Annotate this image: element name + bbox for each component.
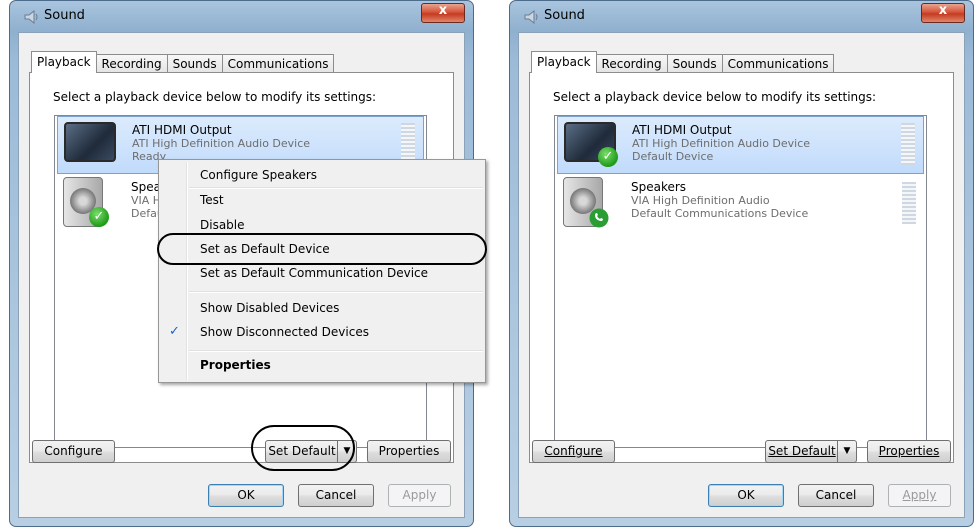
- tab-playback[interactable]: Playback: [31, 51, 97, 73]
- close-icon: x: [438, 3, 448, 18]
- device-name: ATI HDMI Output: [632, 123, 732, 137]
- highlight-oval-menu: [157, 233, 487, 265]
- sound-dialog-right: Sound x Playback Recording Sounds Commun…: [509, 0, 974, 527]
- properties-button[interactable]: Properties: [367, 440, 451, 463]
- window-title: Sound: [544, 8, 585, 23]
- tab-sounds[interactable]: Sounds: [166, 54, 223, 73]
- close-button[interactable]: x: [421, 3, 465, 23]
- ok-button[interactable]: OK: [708, 484, 784, 507]
- phone-icon: [589, 208, 609, 228]
- device-speakers[interactable]: Speakers VIA High Definition Audio Defaul…: [557, 174, 924, 232]
- playback-panel: Select a playback device below to modify…: [529, 72, 954, 463]
- checkmark-icon: ✓: [169, 324, 180, 339]
- menu-separator: [189, 350, 483, 352]
- tab-strip: Playback Recording Sounds Communications: [531, 51, 835, 73]
- dialog-client: Playback Recording Sounds Communications…: [518, 32, 965, 518]
- monitor-icon: [64, 122, 116, 162]
- volume-meter: [901, 123, 915, 165]
- tab-communications[interactable]: Communications: [721, 54, 835, 73]
- instruction-text: Select a playback device below to modify…: [553, 90, 877, 104]
- configure-button[interactable]: Configure: [32, 440, 115, 463]
- menu-item-configure-speakers[interactable]: Configure Speakers: [200, 168, 317, 182]
- tab-sounds[interactable]: Sounds: [666, 54, 723, 73]
- title-bar[interactable]: Sound x: [510, 1, 973, 33]
- menu-separator: [189, 291, 483, 293]
- tab-recording[interactable]: Recording: [595, 54, 668, 73]
- speaker-icon: [24, 10, 38, 24]
- default-check-icon: ✓: [598, 147, 618, 167]
- configure-button[interactable]: Configure: [532, 440, 615, 463]
- menu-item-set-default-communication[interactable]: Set as Default Communication Device: [200, 266, 428, 280]
- tab-strip: Playback Recording Sounds Communications: [31, 51, 335, 73]
- menu-separator: [189, 187, 483, 189]
- cancel-button[interactable]: Cancel: [298, 484, 374, 507]
- dropdown-arrow-icon[interactable]: ▼: [837, 441, 856, 462]
- volume-meter: [902, 182, 916, 224]
- close-button[interactable]: x: [921, 3, 965, 23]
- properties-button[interactable]: Properties: [867, 440, 951, 463]
- tab-recording[interactable]: Recording: [95, 54, 168, 73]
- window-title: Sound: [44, 8, 85, 23]
- device-name: ATI HDMI Output: [132, 123, 232, 137]
- menu-item-show-disconnected[interactable]: Show Disconnected Devices: [200, 325, 369, 339]
- ok-button[interactable]: OK: [208, 484, 284, 507]
- device-description: VIA High Definition Audio Default Communi…: [631, 194, 809, 220]
- tab-communications[interactable]: Communications: [221, 54, 335, 73]
- context-menu: Configure Speakers Test Disable Set as D…: [158, 159, 486, 383]
- speaker-icon: [524, 10, 538, 24]
- default-check-icon: ✓: [89, 207, 109, 227]
- instruction-text: Select a playback device below to modify…: [53, 90, 377, 104]
- close-icon: x: [938, 3, 948, 18]
- menu-item-test[interactable]: Test: [200, 193, 224, 207]
- cancel-button[interactable]: Cancel: [798, 484, 874, 507]
- apply-button[interactable]: Apply: [388, 484, 451, 507]
- menu-item-properties[interactable]: Properties: [200, 358, 271, 372]
- device-hdmi[interactable]: ✓ ATI HDMI Output ATI High Definition Au…: [557, 116, 924, 174]
- device-name: Speakers: [631, 180, 687, 194]
- tab-playback[interactable]: Playback: [531, 51, 597, 73]
- title-bar[interactable]: Sound x: [10, 1, 473, 33]
- device-list[interactable]: ✓ ATI HDMI Output ATI High Definition Au…: [554, 115, 927, 448]
- device-description: ATI High Definition Audio Device Default …: [632, 137, 811, 163]
- apply-button[interactable]: Apply: [888, 484, 951, 507]
- set-default-button[interactable]: Set Default ▼: [765, 440, 857, 463]
- menu-item-show-disabled[interactable]: Show Disabled Devices: [200, 301, 339, 315]
- highlight-oval-button: [251, 425, 355, 471]
- menu-item-disable[interactable]: Disable: [200, 218, 245, 232]
